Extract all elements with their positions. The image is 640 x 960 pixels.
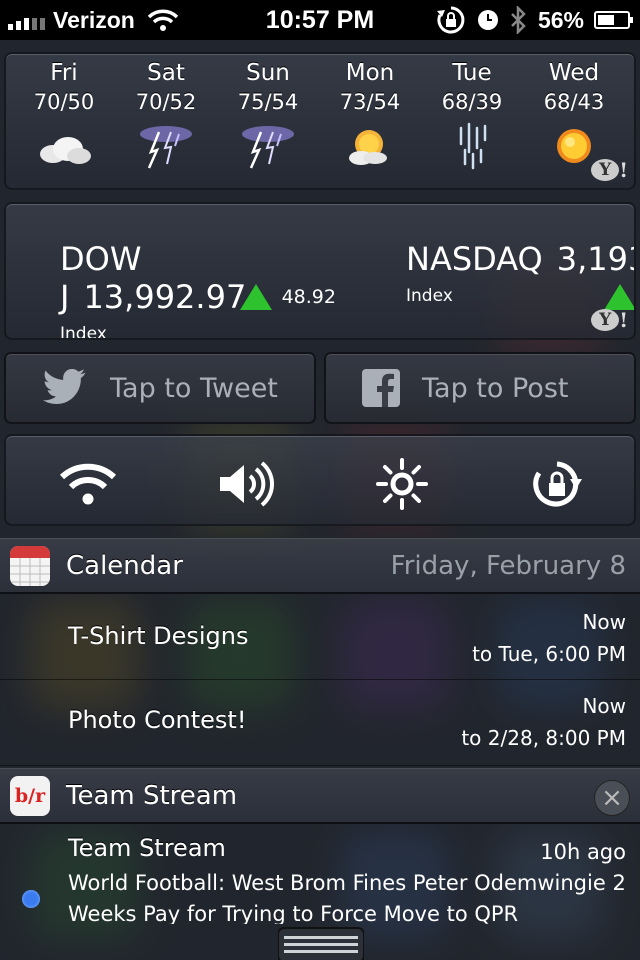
stock-symbol: NASDAQ	[406, 240, 543, 278]
yahoo-logo: Y!	[591, 308, 628, 332]
team-stream-section-header[interactable]: b/r Team Stream ×	[0, 768, 640, 824]
rotation-lock-icon	[533, 461, 582, 507]
rotation-lock-icon	[436, 6, 465, 34]
twitter-bird-icon	[42, 369, 86, 405]
brightness-toggle[interactable]	[362, 454, 442, 514]
notification-title: Team Stream	[68, 834, 226, 862]
forecast-day: Sun 75/54	[218, 60, 318, 174]
calendar-event[interactable]: Photo Contest! Now to 2/28, 8:00 PM	[0, 680, 640, 766]
stocks-widget[interactable]: DOW J13,992.97 Index 48.92 NASDAQ 3,193 I…	[4, 202, 636, 340]
forecast-day: Wed 68/43	[524, 60, 624, 174]
calendar-section-header[interactable]: Calendar Friday, February 8	[0, 538, 640, 594]
wifi-toggle[interactable]	[48, 454, 128, 514]
tweet-button[interactable]: Tap to Tweet	[4, 352, 316, 424]
weather-widget[interactable]: Y! Fri 70/50 Sat 70/52 Sun 75/54 Mon 73/54 Tue 68…	[4, 52, 636, 190]
up-arrow-icon	[239, 284, 272, 310]
battery-icon	[594, 11, 633, 29]
thunderstorm-icon	[242, 126, 294, 169]
volume-icon	[220, 461, 274, 507]
forecast-day-name: Sat	[147, 60, 185, 86]
alarm-icon	[477, 10, 498, 30]
calendar-event[interactable]: T-Shirt Designs Now to Tue, 6:00 PM	[0, 596, 640, 680]
event-end: to Tue, 6:00 PM	[472, 642, 626, 666]
app-icon-label: b/r	[14, 785, 46, 807]
up-arrow-icon	[604, 284, 634, 310]
stock-value: 13,992.97	[83, 278, 247, 316]
forecast-temps: 68/39	[441, 90, 503, 114]
team-stream-title: Team Stream	[66, 781, 238, 811]
sunny-icon	[557, 129, 591, 163]
thunderstorm-icon	[140, 126, 192, 169]
stock-value: 3,193	[556, 240, 634, 278]
bleacher-report-app-icon: b/r	[10, 776, 50, 816]
forecast-temps: 70/50	[33, 90, 95, 114]
event-start: Now	[582, 610, 626, 634]
calendar-date: Friday, February 8	[390, 551, 626, 581]
drag-handle[interactable]	[278, 926, 364, 960]
volume-toggle[interactable]	[206, 454, 286, 514]
rotation-lock-toggle[interactable]	[518, 454, 598, 514]
stock-label: Index	[406, 286, 453, 306]
wifi-icon	[59, 463, 117, 505]
forecast-day: Mon 73/54	[320, 60, 420, 174]
quick-toggles	[4, 434, 636, 526]
facebook-icon	[362, 369, 400, 407]
forecast-day-name: Fri	[50, 60, 78, 86]
event-title: T-Shirt Designs	[68, 622, 249, 650]
wifi-icon	[147, 9, 179, 31]
forecast-temps: 68/43	[543, 90, 605, 114]
stock-change	[604, 284, 634, 310]
stock-dow: DOW J 13,992.97 Index 48.92	[60, 240, 336, 340]
cloudy-icon	[40, 137, 91, 164]
forecast-day-name: Wed	[548, 60, 600, 86]
forecast-day: Fri 70/50	[14, 60, 114, 174]
notification-time: 10h ago	[540, 840, 626, 864]
event-start: Now	[582, 694, 626, 718]
forecast-day-name: Mon	[345, 60, 395, 86]
calendar-app-icon	[10, 546, 50, 586]
forecast-temps: 70/52	[135, 90, 197, 114]
stock-nasdaq: NASDAQ 3,193 Index	[406, 240, 634, 310]
bluetooth-icon	[511, 6, 526, 34]
event-end: to 2/28, 8:00 PM	[461, 726, 626, 750]
forecast-day: Tue 68/39	[422, 60, 522, 174]
stock-change: 48.92	[239, 284, 336, 310]
signal-strength-icon	[8, 10, 45, 30]
tweet-label: Tap to Tweet	[110, 372, 278, 404]
carrier-name: Verizon	[53, 6, 135, 33]
close-section-button[interactable]: ×	[594, 780, 630, 816]
partly-sunny-icon	[349, 130, 387, 165]
forecast-day-name: Sun	[246, 60, 290, 86]
forecast-day: Sat 70/52	[116, 60, 216, 174]
status-bar: Verizon 10:57 PM 56%	[0, 0, 640, 40]
forecast-temps: 75/54	[237, 90, 299, 114]
rain-icon	[459, 122, 487, 170]
calendar-title: Calendar	[66, 551, 183, 581]
unread-indicator	[22, 890, 40, 908]
facebook-post-button[interactable]: Tap to Post	[324, 352, 636, 424]
stock-change-value: 48.92	[281, 286, 336, 308]
post-label: Tap to Post	[422, 372, 569, 404]
battery-percent: 56%	[537, 6, 584, 33]
forecast-day-name: Tue	[452, 60, 492, 86]
stock-label: Index	[60, 324, 107, 340]
forecast-temps: 73/54	[339, 90, 401, 114]
brightness-icon	[376, 458, 428, 510]
event-title: Photo Contest!	[68, 706, 247, 734]
notification-message: World Football: West Brom Fines Peter Od…	[68, 871, 626, 924]
